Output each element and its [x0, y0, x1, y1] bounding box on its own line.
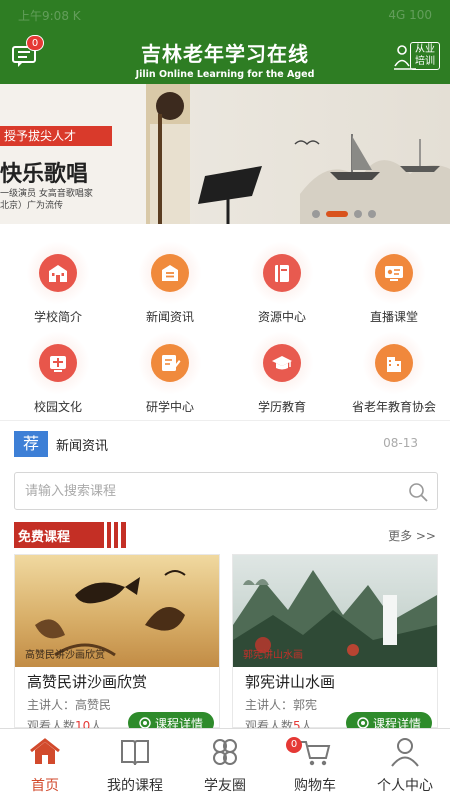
carousel-dot[interactable]	[368, 210, 376, 218]
news-title[interactable]: 新闻资讯	[56, 435, 108, 454]
live-icon	[375, 254, 413, 292]
banner-subtitle-line2: 北京）广为流传	[0, 201, 64, 211]
status-bar: 上午9:08 K 4G 100	[0, 0, 450, 30]
search-section	[0, 464, 450, 522]
entry-label: 研学中心	[145, 400, 194, 414]
banner-subtitle-line1: 一级演员 女高音歌唱家	[0, 189, 93, 199]
news-ticker[interactable]: 荐 新闻资讯 08-13	[0, 420, 450, 464]
search-box	[14, 472, 438, 510]
brand-title-en: Jilin Online Learning for the Aged	[135, 69, 315, 80]
title-stripe	[118, 522, 121, 548]
course-title: 高赞民讲沙画欣赏	[27, 673, 148, 691]
brand-logo: 吉林老年学习在线 Jilin Online Learning for the A…	[80, 38, 370, 80]
course-card[interactable]: 高赞民讲沙画欣赏 高赞民讲沙画欣赏 主讲人：高赞民 观看人数10人	[14, 554, 220, 733]
status-right: 4G 100	[388, 8, 432, 22]
entry-campus-culture[interactable]: 校园文化	[2, 332, 114, 422]
study-icon	[151, 344, 189, 382]
news-icon	[151, 254, 189, 292]
status-left: 上午9:08 K	[18, 8, 81, 23]
free-courses-header: 免费课程 更多 >>	[0, 522, 450, 550]
user-icon	[391, 738, 419, 767]
tab-label: 个人中心	[377, 778, 433, 794]
course-thumbnail: 郭宪讲山水画	[233, 555, 437, 667]
brand-title-cn: 吉林老年学习在线	[141, 42, 309, 66]
course-book-icon	[121, 740, 149, 766]
entry-label: 学历教育	[257, 400, 306, 414]
entry-label: 资源中心	[257, 310, 306, 324]
speaker-name: 高赞民	[75, 698, 112, 712]
entry-study-center[interactable]: 研学中心	[114, 332, 226, 422]
title-stripe	[111, 522, 114, 548]
vocational-training-label: 从业培训	[410, 42, 440, 70]
title-stripe	[104, 522, 107, 548]
tab-label: 购物车	[294, 778, 336, 794]
building-icon	[375, 344, 413, 382]
thumbnail-caption: 高赞民讲沙画欣赏	[25, 650, 105, 661]
entry-label: 校园文化	[33, 400, 82, 414]
entry-label: 学校简介	[33, 310, 82, 324]
banner-tag: 授予拔尖人才	[0, 126, 112, 146]
speaker-label: 主讲人：	[245, 698, 294, 712]
graduation-cap-icon	[263, 344, 301, 382]
tab-study-circle[interactable]: 学友圈	[180, 729, 270, 800]
culture-icon	[39, 344, 77, 382]
tab-home[interactable]: 首页	[0, 729, 90, 800]
course-list: 高赞民讲沙画欣赏 高赞民讲沙画欣赏 主讲人：高赞民 观看人数10人 郭宪讲山水画…	[0, 550, 450, 733]
carousel-dot[interactable]	[354, 210, 362, 218]
entry-provincial-association[interactable]: 省老年教育协会	[338, 332, 450, 422]
course-thumbnail: 高赞民讲沙画欣赏	[15, 555, 219, 667]
book-icon	[263, 254, 301, 292]
news-date: 08-13	[383, 436, 418, 450]
entry-label: 新闻资讯	[145, 310, 194, 324]
entry-news[interactable]: 新闻资讯	[114, 242, 226, 332]
entry-school-intro[interactable]: 学校简介	[2, 242, 114, 332]
free-courses-title-bar: 免费课程	[14, 522, 126, 548]
entry-live-class[interactable]: 直播课堂	[338, 242, 450, 332]
home-icon	[30, 738, 60, 764]
course-card[interactable]: 郭宪讲山水画 郭宪讲山水画 主讲人：郭宪 观看人数5人	[232, 554, 438, 733]
entry-degree-education[interactable]: 学历教育	[226, 332, 338, 422]
carousel-dot[interactable]	[312, 210, 320, 218]
free-courses-title: 免费课程	[18, 530, 71, 545]
entry-label: 省老年教育协会	[351, 400, 436, 414]
banner-carousel[interactable]: 授予拔尖人才 快乐歌唱 一级演员 女高音歌唱家 北京）广为流传	[0, 84, 450, 224]
bottom-tab-bar: 首页 我的课程 学友圈 0 购物车 个人中心	[0, 728, 450, 800]
more-link[interactable]: 更多 >>	[388, 527, 436, 544]
app-header: 上午9:08 K 4G 100 0 吉林老年学习在线 Jilin Online …	[0, 0, 450, 84]
course-speaker: 主讲人：郭宪	[245, 696, 437, 713]
search-icon[interactable]	[407, 481, 429, 503]
banner-subtitle: 一级演员 女高音歌唱家 北京）广为流传	[0, 188, 140, 212]
search-input[interactable]	[15, 473, 395, 509]
course-title: 郭宪讲山水画	[245, 673, 336, 691]
tab-profile[interactable]: 个人中心	[360, 729, 450, 800]
cart-icon	[301, 741, 331, 766]
vocational-training-button[interactable]: 从业培训	[392, 38, 440, 74]
entry-label: 直播课堂	[369, 310, 418, 324]
speaker-label: 主讲人：	[27, 698, 76, 712]
school-icon	[39, 254, 77, 292]
carousel-dot-active[interactable]	[326, 211, 348, 217]
tab-label: 我的课程	[107, 778, 163, 794]
cart-badge: 0	[286, 737, 302, 753]
banner-title: 快乐歌唱	[0, 162, 89, 187]
tab-cart[interactable]: 0 购物车	[270, 729, 360, 800]
recommend-tag: 荐	[14, 431, 48, 457]
thumbnail-caption: 郭宪讲山水画	[243, 650, 303, 661]
circle-friends-icon	[213, 739, 237, 765]
feature-grid: 学校简介 新闻资讯 资源中心 直播课堂 校园文化 研学中心 学历教育 省老年教育…	[0, 224, 450, 420]
speaker-name: 郭宪	[293, 698, 318, 712]
tab-label: 首页	[31, 778, 59, 794]
message-badge: 0	[26, 35, 44, 51]
tab-label: 学友圈	[204, 778, 246, 794]
course-speaker: 主讲人：高赞民	[27, 696, 219, 713]
carousel-indicator	[312, 210, 376, 218]
tab-my-courses[interactable]: 我的课程	[90, 729, 180, 800]
entry-resource-center[interactable]: 资源中心	[226, 242, 338, 332]
